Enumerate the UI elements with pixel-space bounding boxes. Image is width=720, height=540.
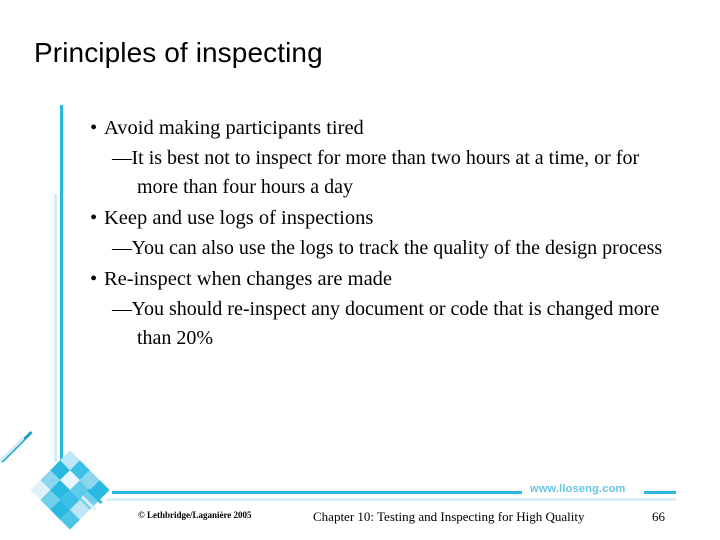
- footer-accent-line-right: [644, 491, 676, 494]
- sub-bullet-item: —You should re-inspect any document or c…: [90, 295, 680, 353]
- slide-body: • Avoid making participants tired —It is…: [90, 112, 680, 353]
- bullet-marker-icon: •: [90, 207, 98, 229]
- sub-bullet-text: You can also use the logs to track the q…: [131, 237, 663, 259]
- bullet-group: • Re-inspect when changes are made —You …: [90, 263, 680, 353]
- bullet-marker-icon: •: [90, 268, 98, 290]
- page-number: 66: [652, 509, 665, 524]
- diamond-mosaic: [30, 450, 110, 530]
- bullet-marker-icon: •: [90, 117, 98, 139]
- em-dash-marker-icon: —: [112, 237, 132, 259]
- accent-vertical-line-pale: [54, 194, 57, 462]
- bullet-text: Re-inspect when changes are made: [104, 268, 393, 290]
- bullet-text: Avoid making participants tired: [104, 117, 364, 139]
- bullet-group: • Keep and use logs of inspections —You …: [90, 202, 680, 263]
- bullet-item: • Keep and use logs of inspections: [90, 202, 680, 234]
- chapter-label: Chapter 10: Testing and Inspecting for H…: [313, 509, 585, 524]
- accent-vertical-line: [60, 105, 63, 462]
- em-dash-marker-icon: —: [112, 147, 132, 169]
- bullet-group: • Avoid making participants tired —It is…: [90, 112, 680, 202]
- sub-bullet-text: You should re-inspect any document or co…: [131, 298, 660, 349]
- page-title: Principles of inspecting: [34, 37, 323, 68]
- bullet-item: • Re-inspect when changes are made: [90, 263, 680, 295]
- sub-bullet-item: —It is best not to inspect for more than…: [90, 144, 680, 202]
- em-dash-marker-icon: —: [112, 298, 132, 320]
- copyright-label: © Lethbridge/Laganière 2005: [138, 510, 252, 520]
- footer-accent-line-pale: [106, 498, 676, 501]
- site-url-label[interactable]: www.lloseng.com: [530, 483, 626, 495]
- sub-bullet-item: —You can also use the logs to track the …: [90, 234, 680, 263]
- bullet-item: • Avoid making participants tired: [90, 112, 680, 144]
- footer-accent-line: [112, 491, 522, 494]
- bullet-text: Keep and use logs of inspections: [104, 207, 374, 229]
- sub-bullet-text: It is best not to inspect for more than …: [131, 147, 640, 198]
- diamond-logo-decoration: [28, 448, 112, 532]
